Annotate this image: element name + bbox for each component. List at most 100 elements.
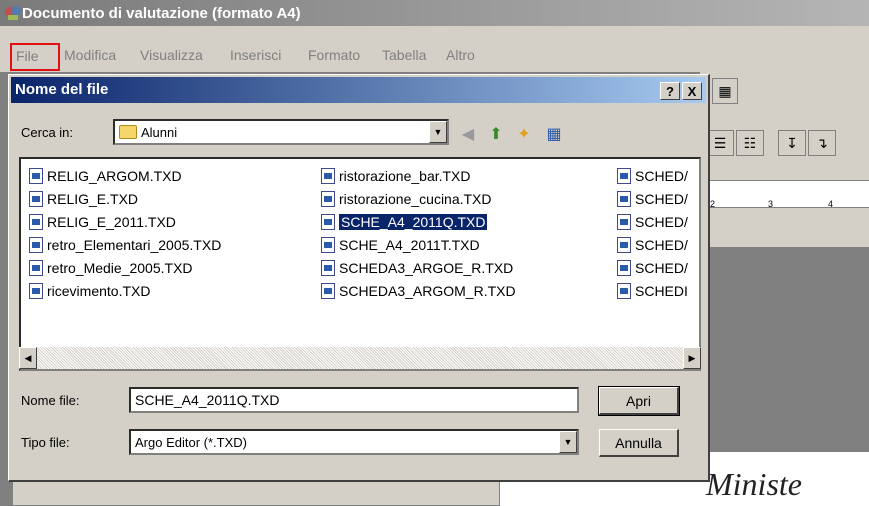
file-icon [617, 237, 631, 253]
menu-tabella[interactable]: Tabella [382, 47, 426, 63]
file-icon [617, 283, 631, 299]
file-icon [617, 168, 631, 184]
file-icon [321, 283, 335, 299]
dialog-title-bar: Nome del file ? X [11, 77, 706, 103]
file-list[interactable]: RELIG_ARGOM.TXD RELIG_E.TXD RELIG_E_2011… [19, 157, 701, 371]
file-item[interactable]: SCHEDI [617, 280, 688, 302]
file-item[interactable]: ristorazione_cucina.TXD [321, 188, 492, 210]
app-icon [5, 6, 21, 20]
back-icon[interactable]: ◀ [457, 123, 479, 145]
chevron-down-icon[interactable]: ▼ [559, 431, 577, 453]
menu-inserisci[interactable]: Inserisci [230, 47, 281, 63]
file-icon [617, 214, 631, 230]
filename-input[interactable]: SCHE_A4_2011Q.TXD [129, 387, 579, 413]
file-item[interactable]: RELIG_ARGOM.TXD [29, 165, 182, 187]
document-text: Ministe [706, 466, 802, 502]
left-panel [12, 480, 500, 506]
file-icon [321, 214, 335, 230]
file-name: retro_Elementari_2005.TXD [47, 237, 222, 253]
file-icon [29, 260, 43, 276]
scroll-left-icon[interactable]: ◀ [19, 347, 37, 369]
file-item[interactable]: ricevimento.TXD [29, 280, 150, 302]
lookin-label: Cerca in: [21, 125, 74, 140]
menu-altro[interactable]: Altro [446, 47, 475, 63]
file-name: SCHE_A4_2011Q.TXD [337, 213, 489, 231]
file-name: SCHED/ [635, 214, 688, 230]
file-item[interactable]: RELIG_E.TXD [29, 188, 138, 210]
help-button[interactable]: ? [660, 82, 680, 100]
file-item[interactable]: SCHED/ [617, 211, 688, 233]
file-item[interactable]: SCHEDA3_ARGOM_R.TXD [321, 280, 516, 302]
file-icon [29, 191, 43, 207]
toolbar-area: ▦ ☰ ☷ ↧ ↴ 2 3 4 [700, 72, 869, 247]
file-icon [321, 168, 335, 184]
up-folder-icon[interactable]: ⬆ [485, 123, 507, 145]
close-button[interactable]: X [682, 82, 702, 100]
file-item[interactable]: SCHED/ [617, 165, 688, 187]
indent-right-icon[interactable]: ↴ [808, 130, 836, 156]
file-icon [617, 260, 631, 276]
ruler-tick: 2 [710, 199, 716, 209]
file-item[interactable]: RELIG_E_2011.TXD [29, 211, 176, 233]
file-item[interactable]: SCHED/ [617, 234, 688, 256]
file-item[interactable]: SCHED/ [617, 257, 688, 279]
horizontal-scrollbar[interactable]: ◀ ▶ [19, 347, 701, 369]
file-item[interactable]: SCHED/ [617, 188, 688, 210]
file-name: RELIG_ARGOM.TXD [47, 168, 182, 184]
ruler-tick: 4 [828, 199, 834, 209]
file-name: RELIG_E.TXD [47, 191, 139, 207]
file-icon [29, 237, 43, 253]
file-item-selected[interactable]: SCHE_A4_2011Q.TXD [321, 211, 489, 233]
menu-modifica[interactable]: Modifica [64, 47, 116, 63]
table-icon[interactable]: ▦ [712, 78, 738, 104]
file-dialog: Nome del file ? X Cerca in: Alunni ▼ ◀ ⬆… [8, 74, 710, 482]
file-item[interactable]: ristorazione_bar.TXD [321, 165, 471, 187]
file-name: ricevimento.TXD [47, 283, 151, 299]
folder-icon [119, 125, 137, 139]
menu-formato[interactable]: Formato [308, 47, 360, 63]
file-item[interactable]: retro_Elementari_2005.TXD [29, 234, 221, 256]
lookin-combo[interactable]: Alunni ▼ [113, 119, 449, 145]
file-name: SCHED/ [635, 168, 688, 184]
file-name: SCHED/ [635, 237, 688, 253]
app-title-bar: Documento di valutazione (formato A4) [0, 0, 869, 26]
filetype-label: Tipo file: [21, 435, 70, 450]
ruler-tick: 3 [768, 199, 774, 209]
ruler: 2 3 4 [700, 180, 869, 209]
file-icon [29, 168, 43, 184]
file-icon [321, 191, 335, 207]
file-icon [617, 191, 631, 207]
view-menu-icon[interactable]: ▦ [543, 123, 565, 145]
file-name: SCHED/ [635, 191, 688, 207]
file-item[interactable]: SCHE_A4_2011T.TXD [321, 234, 480, 256]
lookin-value: Alunni [141, 124, 178, 140]
file-item[interactable]: SCHEDA3_ARGOE_R.TXD [321, 257, 513, 279]
file-icon [321, 260, 335, 276]
scroll-right-icon[interactable]: ▶ [683, 347, 701, 369]
cancel-button[interactable]: Annulla [599, 429, 679, 457]
filetype-combo[interactable]: Argo Editor (*.TXD) ▼ [129, 429, 579, 455]
file-item[interactable]: retro_Medie_2005.TXD [29, 257, 193, 279]
file-name: SCHE_A4_2011T.TXD [339, 237, 480, 253]
chevron-down-icon[interactable]: ▼ [429, 121, 447, 143]
align-center-icon[interactable]: ☰ [706, 130, 734, 156]
menu-visualizza[interactable]: Visualizza [140, 47, 203, 63]
file-name: RELIG_E_2011.TXD [47, 214, 176, 230]
file-icon [321, 237, 335, 253]
file-icon [29, 214, 43, 230]
menu-file[interactable]: File [10, 43, 60, 71]
file-name: ristorazione_bar.TXD [339, 168, 471, 184]
scroll-track[interactable] [37, 347, 683, 369]
file-name: SCHEDA3_ARGOM_R.TXD [339, 283, 516, 299]
app-title: Documento di valutazione (formato A4) [22, 4, 301, 22]
file-icon [29, 283, 43, 299]
menu-bar: File Modifica Visualizza Inserisci Forma… [0, 26, 869, 72]
file-name: retro_Medie_2005.TXD [47, 260, 193, 276]
new-folder-icon[interactable]: ✦ [513, 123, 535, 145]
list-icon[interactable]: ☷ [736, 130, 764, 156]
file-name: SCHEDI [635, 283, 688, 299]
indent-down-icon[interactable]: ↧ [778, 130, 806, 156]
file-name: SCHED/ [635, 260, 688, 276]
open-button[interactable]: Apri [598, 386, 680, 416]
file-name: ristorazione_cucina.TXD [339, 191, 492, 207]
